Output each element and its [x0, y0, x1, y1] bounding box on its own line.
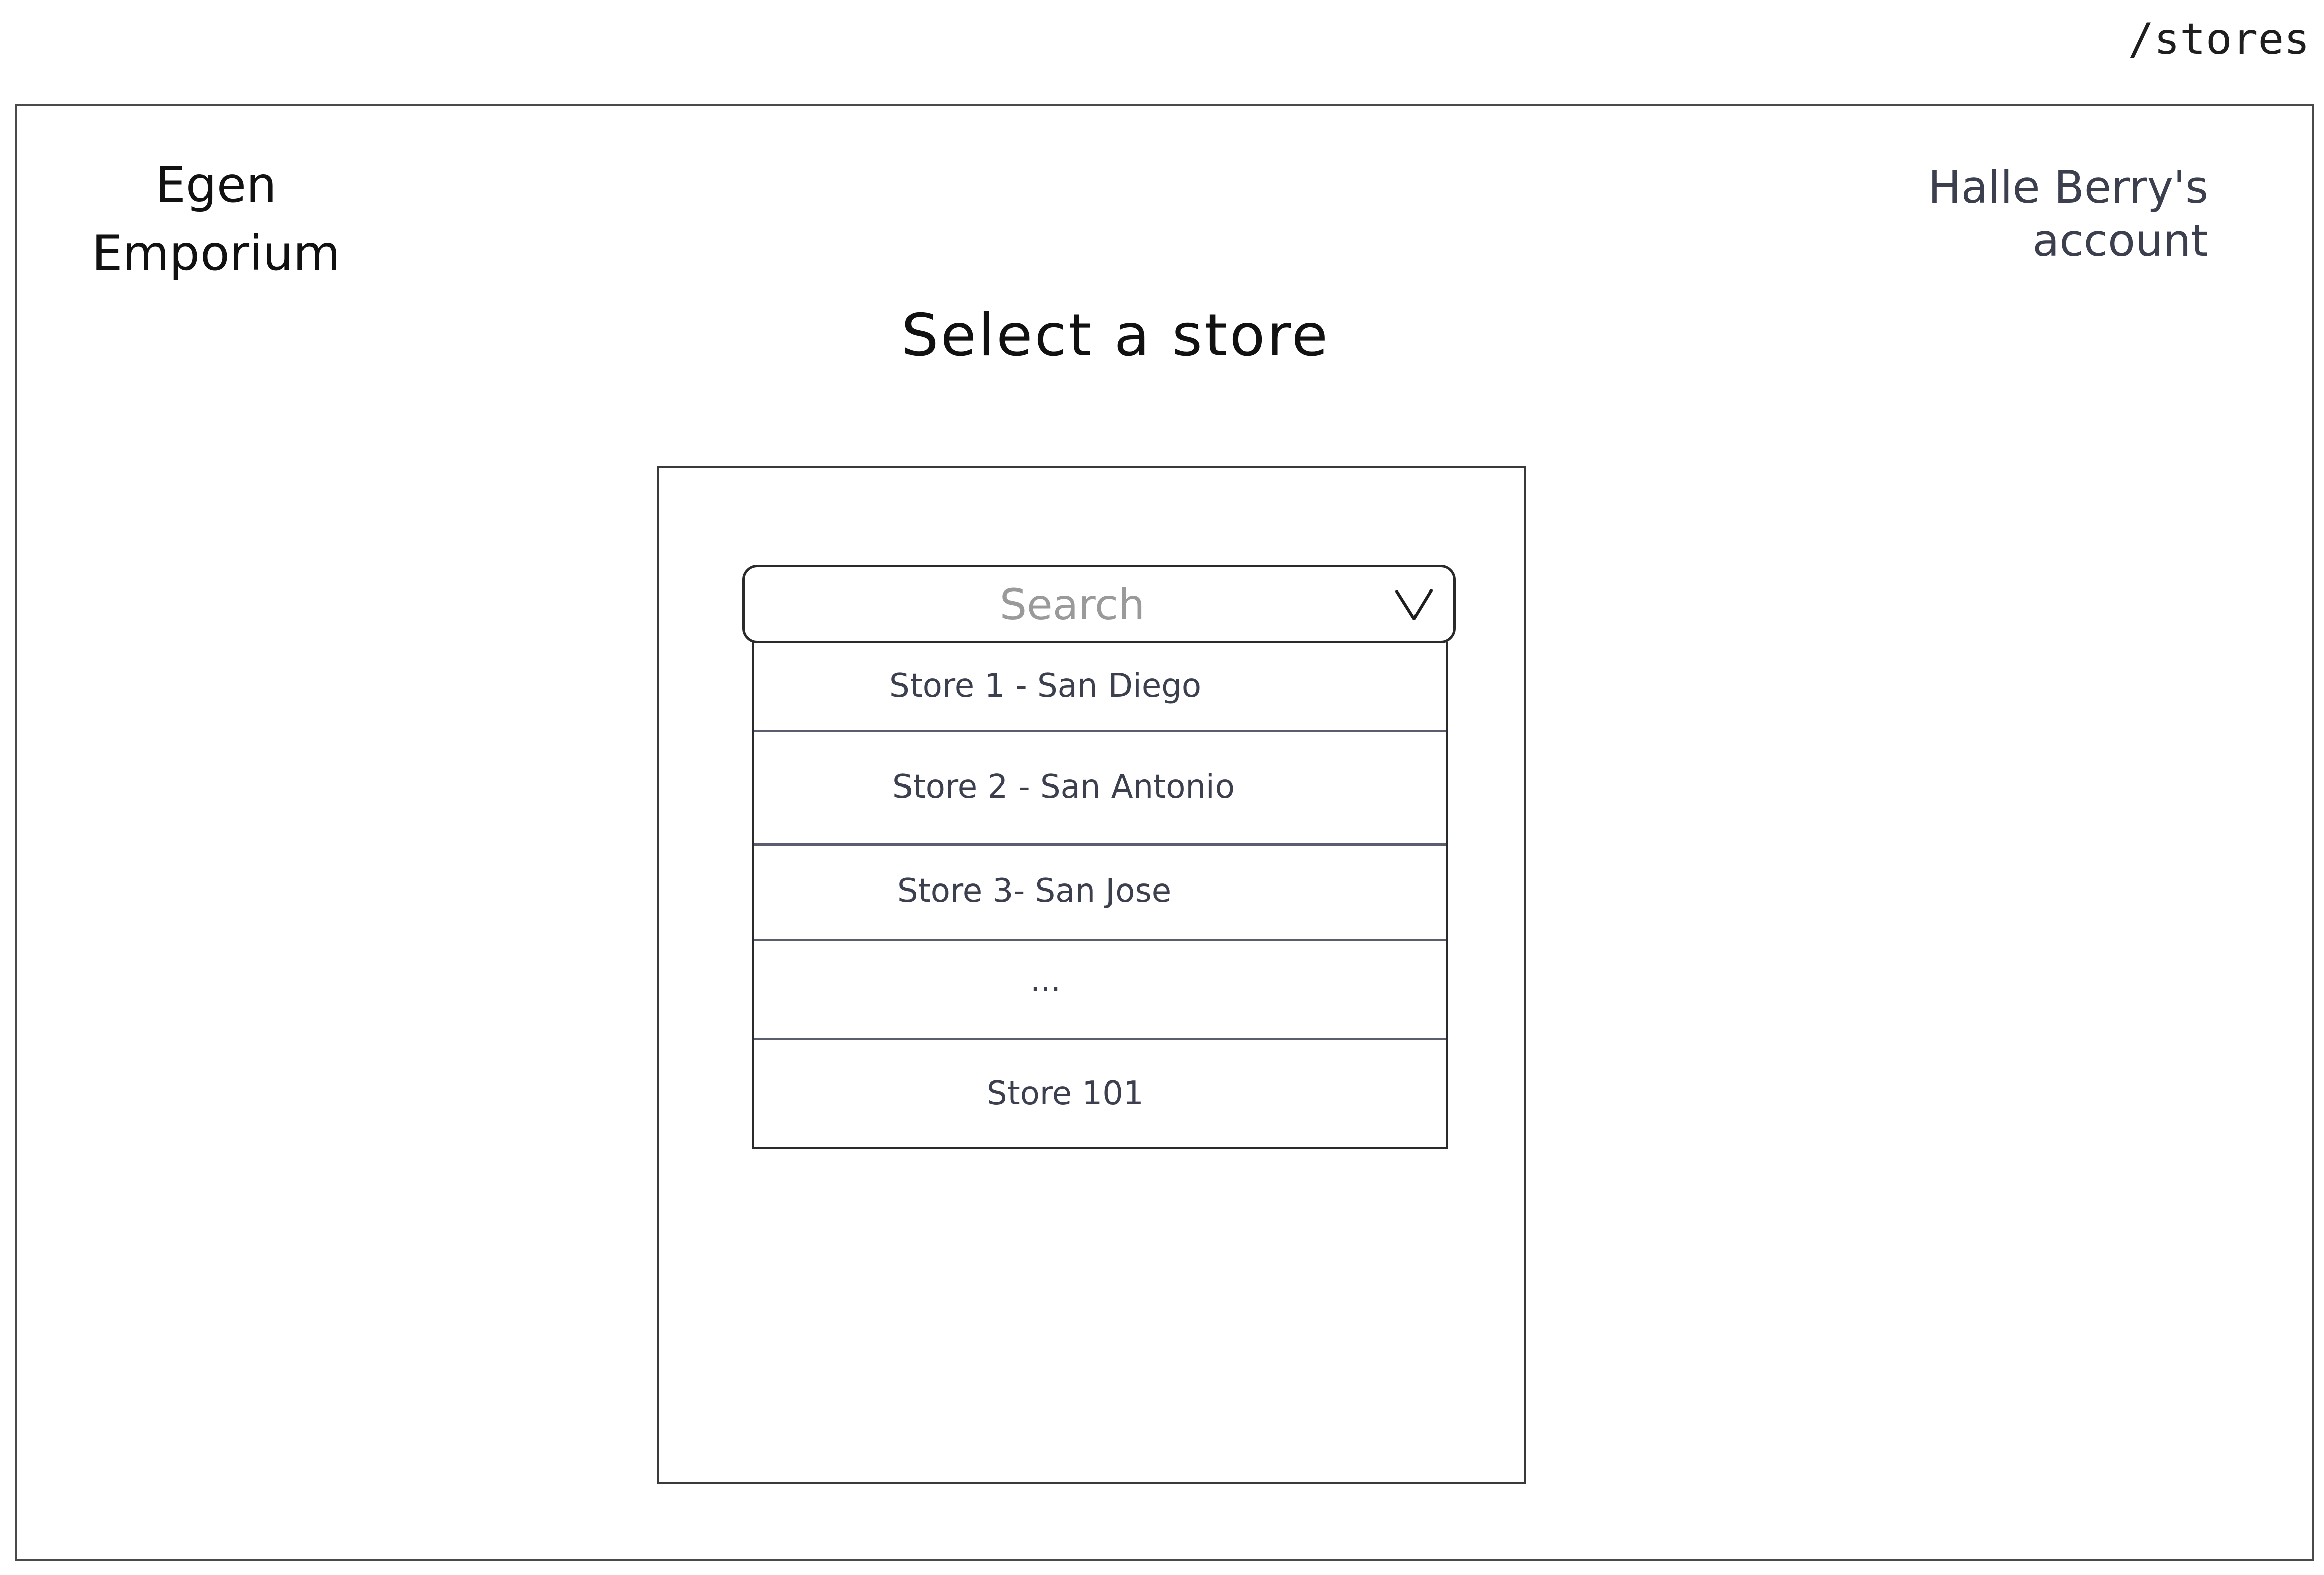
page-title: Select a store — [901, 302, 1330, 369]
store-option[interactable]: Store 3- San Jose — [754, 846, 1446, 936]
store-option-label: Store 2 - San Antonio — [892, 768, 1235, 806]
route-path: /stores — [2128, 14, 2310, 64]
store-option-ellipsis: ... — [754, 941, 1446, 1037]
brand-logo[interactable]: Egen Emporium — [90, 151, 342, 287]
store-option-label: ... — [1030, 961, 1061, 999]
account-link[interactable]: Halle Berry's account — [1857, 161, 2208, 267]
chevron-down-icon[interactable] — [1395, 588, 1433, 622]
store-option[interactable]: Store 2 - San Antonio — [754, 732, 1446, 842]
store-search-combobox[interactable] — [742, 565, 1456, 643]
store-option-label: Store 1 - San Diego — [889, 667, 1201, 705]
store-option-label: Store 101 — [987, 1075, 1144, 1112]
store-dropdown-list: Store 1 - San Diego Store 2 - San Antoni… — [752, 642, 1448, 1149]
store-option[interactable]: Store 101 — [754, 1040, 1446, 1147]
store-option-label: Store 3- San Jose — [897, 872, 1172, 910]
store-option[interactable]: Store 1 - San Diego — [754, 642, 1446, 730]
store-search-input[interactable] — [760, 567, 1385, 642]
